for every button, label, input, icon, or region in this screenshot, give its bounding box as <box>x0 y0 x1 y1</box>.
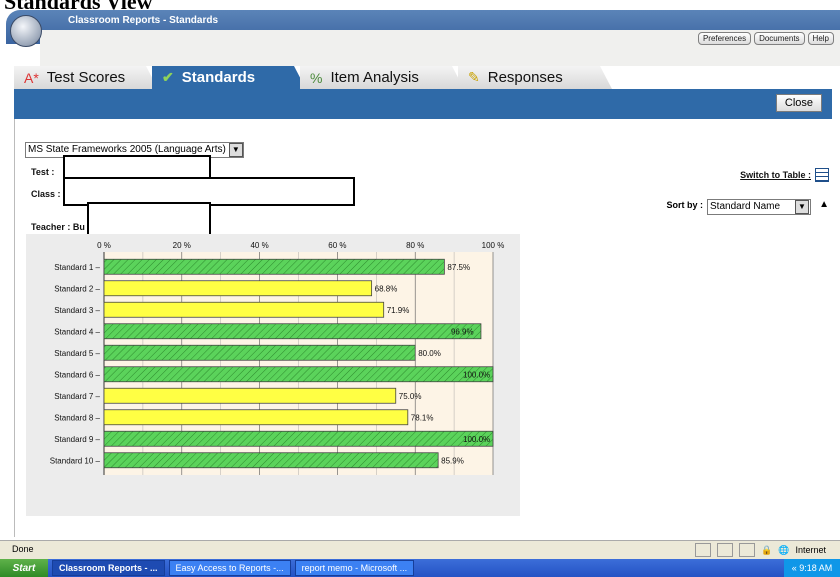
report-tabs: A* Test Scores ✔ Standards % Item Analys… <box>14 66 606 89</box>
status-zone: 🔒 🌐 Internet <box>695 543 826 557</box>
x-tick-label: 100 % <box>482 241 505 250</box>
x-tick-label: 60 % <box>328 241 346 250</box>
bar <box>103 323 482 340</box>
data-label: 87.5% <box>447 263 470 272</box>
bar <box>103 280 373 297</box>
sort-select[interactable]: Standard Name ▼ <box>707 199 811 215</box>
toolbar: Close <box>14 89 832 119</box>
switch-to-table-link[interactable]: Switch to Table : <box>740 170 811 180</box>
clock: « 9:18 AM <box>784 559 840 577</box>
data-label: 68.8% <box>375 284 398 293</box>
sort-value: Standard Name <box>710 201 781 212</box>
class-label: Class : <box>31 189 61 199</box>
status-cell <box>739 543 756 557</box>
tab-label: Test Scores <box>46 69 126 86</box>
data-label: 96.9% <box>451 327 474 336</box>
header-links: Preferences Documents Help <box>697 32 834 45</box>
framework-value: MS State Frameworks 2005 (Language Arts) <box>28 144 226 155</box>
lock-icon: 🔒 <box>761 544 773 555</box>
checkmark-icon: ✔ <box>162 69 174 85</box>
bar <box>103 344 416 361</box>
sort-direction-icon[interactable]: ▲ <box>819 199 829 210</box>
test-label-text: Test <box>31 167 49 177</box>
y-tick-label: Standard 9 – <box>54 435 100 444</box>
y-tick-label: Standard 8 – <box>54 413 100 422</box>
table-icon[interactable] <box>815 168 829 182</box>
close-button[interactable]: Close <box>775 94 822 112</box>
bar <box>103 366 494 383</box>
status-cell <box>695 543 712 557</box>
status-cell <box>717 543 734 557</box>
y-tick-label: Standard 2 – <box>54 284 100 293</box>
zone-label: Internet <box>795 545 826 555</box>
chevron-down-icon[interactable]: ▼ <box>228 143 243 157</box>
data-label: 80.0% <box>418 349 441 358</box>
x-tick-label: 20 % <box>173 241 191 250</box>
tab-standards[interactable]: ✔ Standards <box>152 66 306 89</box>
taskbar-item[interactable]: Easy Access to Reports -... <box>168 560 291 576</box>
data-label: 100.0% <box>463 435 490 444</box>
data-label: 75.0% <box>399 392 422 401</box>
data-label: 100.0% <box>463 370 490 379</box>
bar-chart-svg: 0 % 20 % 40 % 60 % 80 % 100 % Standard 1 – 87.5… <box>50 241 505 475</box>
y-tick-label: Standard 6 – <box>54 370 100 379</box>
y-tick-label: Standard 7 – <box>54 392 100 401</box>
start-button[interactable]: Start <box>0 559 48 577</box>
tab-label: Standards <box>181 69 256 86</box>
standards-chart: 0 % 20 % 40 % 60 % 80 % 100 % Standard 1 – 87.5… <box>26 234 520 516</box>
taskbar-item[interactable]: report memo - Microsoft ... <box>294 560 415 576</box>
chevron-down-icon[interactable]: ▼ <box>795 200 809 214</box>
class-label-text: Class <box>31 189 56 199</box>
x-tick-label: 0 % <box>97 241 111 250</box>
status-bar: Done 🔒 🌐 Internet <box>0 540 840 559</box>
data-label: 85.9% <box>441 456 464 465</box>
percent-icon: % <box>310 69 323 86</box>
teacher-label: Teacher : Bu <box>31 222 85 232</box>
tab-responses[interactable]: ✎ Responses <box>458 66 612 89</box>
grade-icon: A* <box>24 69 39 86</box>
tab-test-scores[interactable]: A* Test Scores <box>14 66 158 89</box>
y-tick-label: Standard 10 – <box>50 456 101 465</box>
taskbar: Start Classroom Reports - ... Easy Acces… <box>0 559 840 577</box>
x-tick-label: 40 % <box>250 241 268 250</box>
test-label: Test : <box>31 167 55 177</box>
status-text: Done <box>12 544 34 554</box>
globe-icon: 🌐 <box>778 544 790 555</box>
taskbar-item[interactable]: Classroom Reports - ... <box>52 560 165 576</box>
app-logo-icon <box>10 15 42 47</box>
bar <box>103 301 385 318</box>
documents-button[interactable]: Documents <box>754 32 805 45</box>
preferences-button[interactable]: Preferences <box>697 32 752 45</box>
bar <box>103 258 445 275</box>
bar <box>103 409 409 426</box>
data-label: 71.9% <box>387 306 410 315</box>
bar <box>103 430 494 447</box>
y-tick-label: Standard 3 – <box>54 306 100 315</box>
y-tick-label: Standard 1 – <box>54 263 100 272</box>
help-button[interactable]: Help <box>807 32 834 45</box>
tab-label: Responses <box>487 69 563 86</box>
pencil-icon: ✎ <box>468 69 480 85</box>
tab-label: Item Analysis <box>330 69 419 86</box>
x-tick-label: 80 % <box>406 241 424 250</box>
bar <box>103 387 397 404</box>
sort-by-label: Sort by : <box>666 200 703 210</box>
bar <box>103 452 439 469</box>
tab-item-analysis[interactable]: % Item Analysis <box>300 66 464 89</box>
data-label: 78.1% <box>411 413 434 422</box>
y-tick-label: Standard 4 – <box>54 327 100 336</box>
app-title: Classroom Reports - Standards <box>68 15 219 26</box>
y-tick-label: Standard 5 – <box>54 349 100 358</box>
